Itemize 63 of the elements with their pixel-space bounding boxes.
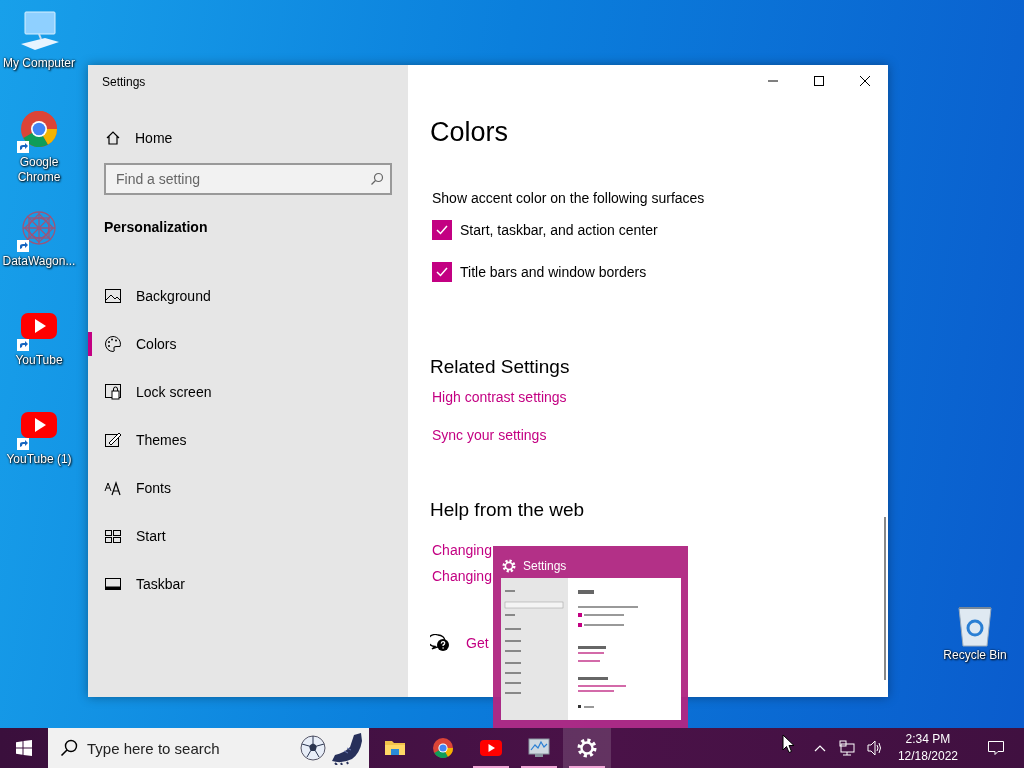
brush-icon (104, 431, 122, 449)
section-label: Show accent color on the following surfaces (432, 190, 705, 206)
link[interactable]: Changing (432, 568, 492, 584)
monitor-icon (527, 736, 551, 760)
checkbox[interactable] (432, 220, 452, 240)
section-heading: Help from the web (430, 499, 585, 521)
nav-item[interactable]: Taskbar (88, 560, 408, 608)
icon-label: YouTube (15, 353, 63, 368)
search-icon (370, 172, 384, 186)
network-icon (837, 739, 856, 757)
icon-label: Google Chrome (16, 155, 62, 185)
taskbar-search-field[interactable]: Type here to search (48, 728, 369, 768)
link[interactable]: High contrast settings (432, 389, 567, 405)
nav-item[interactable]: Fonts (88, 464, 408, 512)
search-field[interactable]: Find a setting (104, 163, 392, 195)
soccer-ball-icon (300, 735, 326, 761)
nav-item[interactable]: Start (88, 512, 408, 560)
mouse-cursor-icon (782, 734, 796, 754)
checkmark-icon (435, 265, 449, 279)
section-heading: Personalization (104, 219, 209, 235)
icon-label: DataWagon... (2, 254, 76, 269)
fonts-icon (104, 479, 122, 497)
clock-date: 12/18/2022 (897, 748, 958, 765)
taskbar-icon (104, 575, 122, 593)
link[interactable]: Sync your settings (432, 427, 547, 443)
close-icon (860, 76, 870, 86)
checkbox[interactable] (432, 262, 452, 282)
speaker-icon (865, 739, 884, 757)
maximize-icon (814, 76, 824, 86)
thumbnail-title: Settings (523, 559, 567, 573)
nav-item[interactable]: Colors (88, 320, 408, 368)
window-title: Settings (101, 74, 147, 91)
windows-logo-icon (16, 740, 32, 756)
cleat-icon (330, 731, 364, 765)
picture-icon (104, 287, 122, 305)
tiles-icon (104, 527, 122, 545)
home-icon (105, 130, 121, 146)
lock-screen-icon (104, 383, 122, 401)
help-chat-icon (430, 634, 450, 652)
taskbar-app-button[interactable] (563, 728, 611, 768)
nav-item[interactable]: Background (88, 272, 408, 320)
chrome-icon (431, 736, 455, 760)
clock-time: 2:34 PM (905, 731, 951, 748)
home-link[interactable]: Home (105, 130, 173, 146)
link[interactable]: Get (466, 635, 489, 651)
section-heading: Related Settings (430, 356, 570, 378)
palette-icon (104, 335, 122, 353)
window-thumbnail[interactable]: Settings (493, 546, 688, 728)
checkbox-label: Title bars and window borders (460, 264, 647, 280)
search-icon (60, 739, 78, 757)
nav-item[interactable]: Themes (88, 416, 408, 464)
speech-bubble-icon (987, 739, 1005, 757)
gear-icon (501, 558, 517, 574)
checkbox-label: Start, taskbar, and action center (460, 222, 658, 238)
scrollbar-thumb[interactable] (884, 517, 886, 680)
icon-label: YouTube (1) (6, 452, 72, 467)
icon-label: My Computer (3, 56, 75, 71)
nav-item[interactable]: Lock screen (88, 368, 408, 416)
icon-label: Recycle Bin (943, 648, 1007, 663)
checkmark-icon (435, 223, 449, 237)
link[interactable]: Changing (432, 542, 492, 558)
page-title: Colors (430, 117, 509, 148)
gear-icon (575, 736, 599, 760)
